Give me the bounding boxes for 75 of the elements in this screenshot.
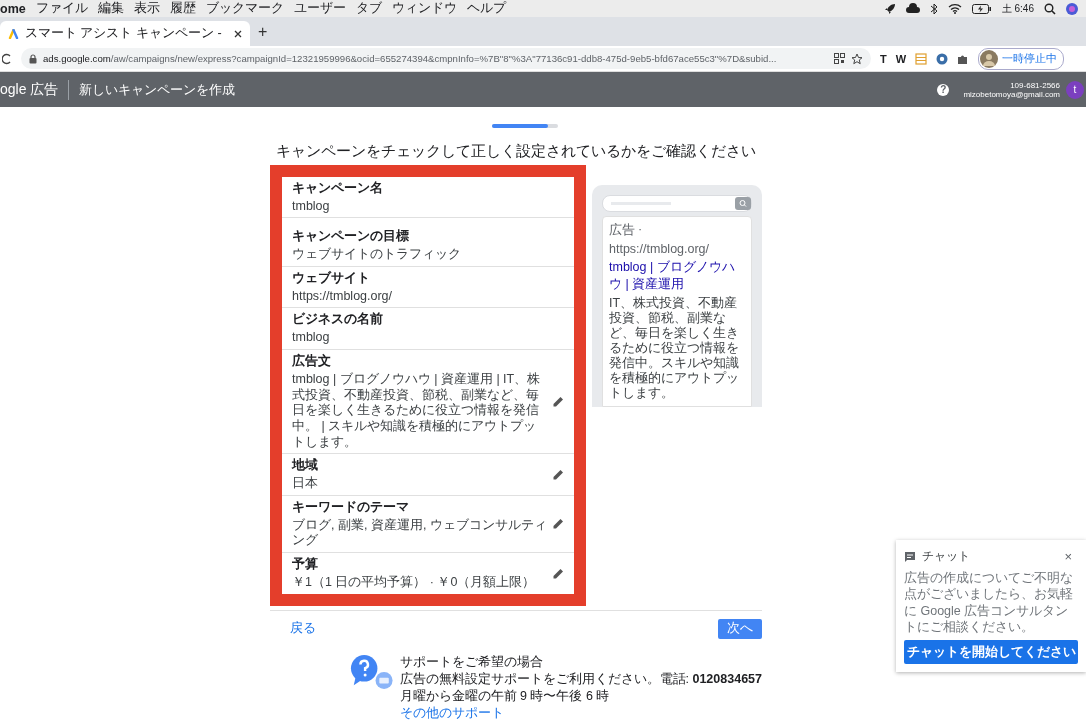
summary-label: 地域 (292, 457, 319, 475)
extension-button[interactable]: T (880, 52, 887, 65)
qr-code-icon[interactable] (834, 53, 845, 64)
support-text: 広告の無料設定サポートをご利用ください。電話: 0120834657 (399, 670, 762, 688)
new-tab-button[interactable]: + (258, 22, 268, 41)
back-button[interactable]: 戻る (290, 620, 316, 638)
address-bar[interactable]: ads.google.com/aw/campaigns/new/express?campaignId=12321959996&ocid=655274394&cmpnInfo=%7B"8"%3A"77136c91-ddb8-475d-9eb5-bfd67ace55c3"%7D&subid... (21, 48, 871, 69)
account-email: mizobetomoya@gmail.com (963, 89, 1060, 99)
extension-button[interactable]: W (895, 52, 907, 65)
ad-label: 広告 (609, 221, 635, 239)
ad-description: IT、株式投資、不動産投資、節税、副業など、毎日を楽しく生きるために役立つ情報を発信中。スキルや知識を積極的にアウトプットします。 (609, 295, 740, 401)
ad-title[interactable]: tmblog | ブログノウハウ | 資産運用 (609, 258, 745, 293)
chat-icon (904, 550, 916, 563)
menu-item[interactable]: タブ (355, 0, 382, 17)
summary-value: tmblog (292, 198, 331, 215)
separator-dot: · (638, 221, 643, 238)
summary-value: ウェブサイトのトラフィック (292, 247, 462, 263)
summary-value: tmblog (292, 330, 331, 346)
support-hours: 月曜から金曜の午前 9 時〜午後 6 時 (399, 687, 611, 705)
summary-value: 日本 (292, 476, 319, 492)
menu-item[interactable]: ヘルプ (466, 0, 506, 17)
avatar[interactable]: t (1066, 80, 1084, 99)
battery-icon[interactable] (971, 3, 992, 14)
menu-item[interactable]: ウィンドウ (391, 0, 457, 17)
summary-label: キーワードのテーマ (292, 498, 410, 516)
pencil-icon[interactable] (553, 468, 564, 480)
menu-item[interactable]: 編集 (97, 0, 124, 17)
chat-text: 広告の作成についてご不明な点がございましたら、お気軽に Google 広告コンサルタントにご相談ください。 (904, 570, 1074, 635)
menu-item[interactable]: ファイル (35, 0, 88, 17)
pencil-icon[interactable] (553, 396, 564, 408)
summary-value: https://tmblog.org/ (292, 288, 394, 305)
ad-url: https://tmblog.org/ (609, 241, 710, 256)
menu-item[interactable]: ユーザー (293, 0, 346, 17)
bluetooth-icon[interactable] (929, 2, 938, 15)
start-chat-button[interactable]: チャットを開始してください (904, 640, 1078, 664)
summary-label: キャンペーン名 (292, 179, 384, 197)
help-icon[interactable]: ? (937, 83, 950, 96)
menu-item[interactable]: ブックマーク (205, 0, 284, 17)
search-icon[interactable] (1044, 2, 1056, 15)
browser-tab[interactable]: スマート アシスト キャンペーン - (0, 21, 250, 46)
lock-icon (29, 53, 37, 64)
profile-button[interactable]: 一時停止中 (978, 47, 1065, 70)
siri-icon[interactable] (1066, 2, 1078, 15)
app-menu[interactable]: ome (0, 1, 26, 16)
logo[interactable]: ogle 広告 (0, 80, 59, 99)
summary-label: 予算 (292, 556, 319, 573)
support-link[interactable]: その他のサポート (399, 704, 762, 722)
account-phone: 109-681-2566 (1010, 80, 1060, 90)
star-icon[interactable] (851, 52, 863, 65)
rocket-icon[interactable] (883, 2, 896, 15)
summary-label: 広告文 (292, 353, 332, 370)
summary-label: キャンペーンの目標 (292, 228, 410, 246)
cloud-icon[interactable] (905, 2, 920, 15)
chat-title: チャット (922, 548, 971, 565)
pencil-icon[interactable] (553, 567, 564, 579)
summary-value: tmblog | ブログノウハウ | 資産運用 | IT、株式投資、不動産投資、節税、副業など、毎日を楽しく生きるために役立つ情報を発信中。 | スキルや知識を積極的にアウトプットします。 (292, 372, 542, 451)
clock: 土 6:46 (1001, 1, 1034, 16)
page-title: 新しいキャンペーンを作成 (79, 80, 236, 99)
summary-value: ￥1（1 日の平均予算） · ￥0（月額上限） (292, 575, 537, 591)
menu-item[interactable]: 履歴 (169, 0, 196, 17)
summary-label: ウェブサイト (292, 269, 371, 287)
heading: キャンペーンをチェックして正しく設定されているかをご確認ください (275, 141, 757, 161)
next-button[interactable]: 次へ (718, 618, 762, 639)
pencil-icon[interactable] (553, 518, 564, 530)
summary-label: ビジネスの名前 (292, 311, 384, 329)
url-text: ads.google.com/aw/campaigns/new/express?campaignId=12321959996&ocid=655274394&cmpnInfo=%7B"8"%3A"77136c91-ddb8-475d-9eb5-bfd67ace55c3"%7D&subid... (43, 53, 778, 64)
menu-item[interactable]: 表示 (133, 0, 160, 17)
reload-icon[interactable] (2, 52, 12, 65)
close-icon[interactable] (234, 29, 242, 38)
ads-logo-icon (8, 28, 19, 39)
support-title: サポートをご希望の場合 (399, 652, 544, 671)
close-button[interactable]: × (1064, 549, 1072, 564)
summary-value: ブログ, 副業, 資産運用, ウェブコンサルティング (292, 517, 548, 549)
wifi-icon[interactable] (947, 3, 962, 14)
avatar-icon (980, 49, 999, 68)
